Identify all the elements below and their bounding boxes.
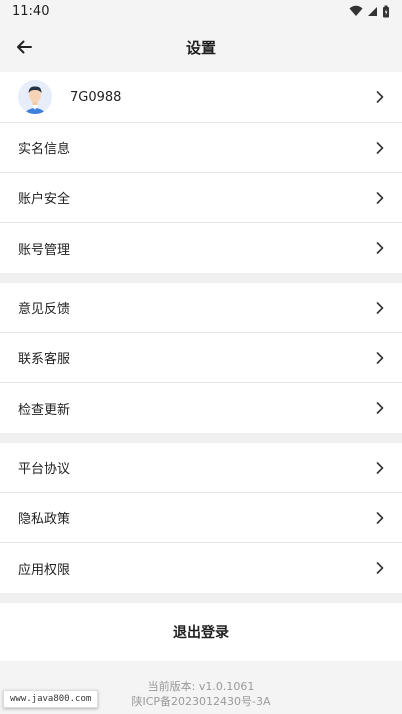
section-divider bbox=[0, 273, 402, 283]
chevron-right-icon bbox=[374, 141, 386, 154]
support-group: 意见反馈 联系客服 检查更新 bbox=[0, 283, 402, 433]
chevron-right-icon bbox=[374, 351, 386, 364]
menu-item-real-name-info[interactable]: 实名信息 bbox=[0, 123, 402, 173]
menu-item-platform-agreement[interactable]: 平台协议 bbox=[0, 443, 402, 493]
chevron-right-icon bbox=[374, 461, 386, 474]
profile-username: 7G0988 bbox=[70, 89, 122, 105]
app-header: 设置 bbox=[0, 22, 402, 72]
profile-row[interactable]: 7G0988 bbox=[0, 72, 402, 123]
avatar bbox=[18, 80, 52, 114]
status-icons bbox=[349, 5, 390, 18]
menu-item-label: 平台协议 bbox=[18, 462, 71, 477]
menu-item-feedback[interactable]: 意见反馈 bbox=[0, 283, 402, 333]
wifi-icon bbox=[349, 5, 363, 16]
chevron-right-icon bbox=[374, 301, 386, 314]
menu-item-label: 隐私政策 bbox=[18, 512, 71, 527]
user-avatar-icon bbox=[18, 80, 52, 114]
menu-item-label: 检查更新 bbox=[18, 402, 71, 418]
chevron-right-icon bbox=[374, 402, 386, 414]
chevron-right-icon bbox=[374, 91, 386, 103]
menu-item-customer-service[interactable]: 联系客服 bbox=[0, 333, 402, 383]
menu-item-check-update[interactable]: 检查更新 bbox=[0, 383, 402, 433]
menu-item-privacy-policy[interactable]: 隐私政策 bbox=[0, 493, 402, 543]
profile-group: 7G0988 实名信息 账户安全 账号管理 bbox=[0, 72, 402, 273]
legal-group: 平台协议 隐私政策 应用权限 bbox=[0, 443, 402, 593]
page-title: 设置 bbox=[185, 38, 216, 57]
battery-icon bbox=[383, 5, 389, 17]
watermark: www.java800.com bbox=[3, 690, 99, 708]
arrow-left-icon bbox=[17, 40, 32, 54]
status-bar: 11:40 bbox=[0, 0, 402, 22]
chevron-right-icon bbox=[374, 562, 386, 574]
menu-item-account-security[interactable]: 账户安全 bbox=[0, 173, 402, 223]
status-time: 11:40 bbox=[12, 3, 50, 19]
chevron-right-icon bbox=[374, 511, 386, 524]
section-divider bbox=[0, 593, 402, 603]
chevron-right-icon bbox=[374, 242, 386, 254]
section-divider bbox=[0, 433, 402, 443]
back-button[interactable] bbox=[12, 35, 36, 59]
menu-item-account-management[interactable]: 账号管理 bbox=[0, 223, 402, 273]
logout-label: 退出登录 bbox=[173, 625, 229, 641]
menu-item-label: 意见反馈 bbox=[18, 302, 71, 317]
menu-item-label: 联系客服 bbox=[18, 352, 71, 367]
menu-item-label: 账户安全 bbox=[18, 192, 71, 207]
chevron-right-icon bbox=[374, 191, 386, 204]
signal-icon bbox=[368, 6, 377, 16]
menu-item-label: 应用权限 bbox=[18, 562, 71, 578]
menu-item-app-permissions[interactable]: 应用权限 bbox=[0, 543, 402, 593]
menu-item-label: 账号管理 bbox=[18, 242, 71, 258]
logout-button[interactable]: 退出登录 bbox=[0, 603, 402, 661]
menu-item-label: 实名信息 bbox=[18, 142, 71, 157]
